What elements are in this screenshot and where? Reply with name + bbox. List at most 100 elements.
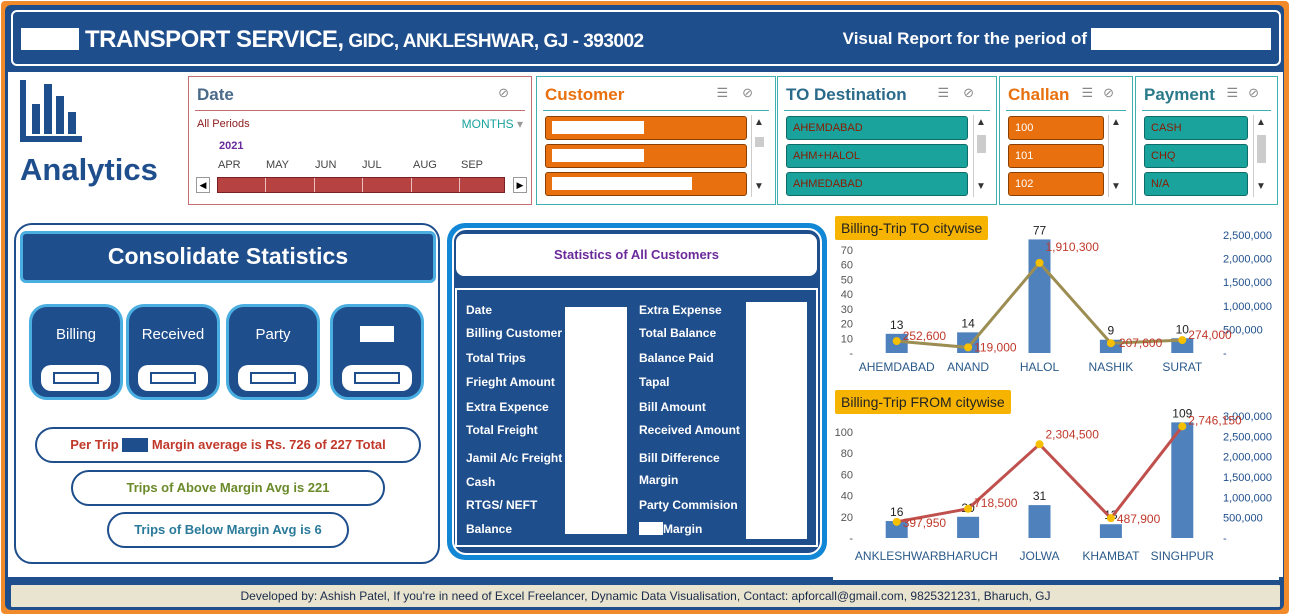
margin-card [330,304,424,400]
party-card-label: Party [255,326,291,343]
y-axis-right-tick: - [1223,533,1227,545]
analytics-title: Analytics [20,152,158,187]
time-level-dropdown[interactable]: MONTHS ▾ [462,117,523,131]
stat-label: Date [466,303,493,317]
timeline-selection-bar[interactable] [217,177,505,193]
chart-bar [1028,505,1051,538]
timeline-month[interactable]: AUG [413,159,437,171]
billing-card-label: Billing [55,326,97,343]
destination-scrollbar[interactable]: ▲ ▼ [973,115,987,197]
bar-data-label: 10 [1176,322,1190,336]
line-marker [892,517,901,526]
y-axis-left-tick: - [849,348,853,360]
x-axis-category-label: AHEMDABAD [859,360,935,374]
customer-slicer-title: Customer [545,85,625,104]
multi-select-icon[interactable]: ☰⊘ [1081,85,1124,101]
above-margin-summary: Trips of Above Margin Avg is 221 [71,470,385,506]
scroll-thumb[interactable] [977,135,986,153]
redacted-values-right [746,302,807,539]
bar-data-label: 16 [890,505,904,519]
destination-item[interactable]: AHMEDABAD [786,172,968,196]
scroll-down-icon[interactable]: ▼ [1254,181,1268,192]
scroll-thumb[interactable] [755,137,764,147]
timeline-month[interactable]: JUN [315,159,336,171]
party-card-value [238,365,308,391]
slicer-divider [543,110,769,111]
y-axis-left-tick: 100 [835,427,853,439]
company-title: TRANSPORT SERVICE, GIDC, ANKLESHWAR, GJ … [85,26,644,54]
y-axis-left-tick: 20 [841,512,853,524]
chart-from-citywise: - 20 40 60 80 100 - 500,000 1,000,000 1,500,000 2,… [835,406,1272,563]
scroll-thumb[interactable] [1257,135,1266,163]
scroll-down-icon[interactable]: ▼ [752,181,766,192]
x-axis-category-label: KHAMBAT [1082,549,1140,563]
stat-label: Party Commision [639,498,738,512]
payment-slicer-title: Payment [1144,85,1215,104]
billing-card: Billing [29,304,123,400]
scroll-up-icon[interactable]: ▲ [1109,117,1123,128]
stat-label: Total Freight [466,423,538,437]
payment-scrollbar[interactable]: ▲ ▼ [1253,115,1267,197]
timeline-scroll-left[interactable]: ◀ [196,177,210,193]
customer-item[interactable] [545,172,747,196]
customer-scrollbar[interactable]: ▲ ▼ [751,115,765,197]
redacted-label [360,326,394,342]
timeline-month[interactable]: APR [218,159,241,171]
line-data-label: 718,500 [974,496,1018,510]
chart-bar [1099,524,1122,538]
margin-card-label [333,326,421,346]
multi-select-icon[interactable]: ☰⊘ [716,85,767,101]
payment-item[interactable]: CHQ [1144,144,1248,168]
line-data-label: 274,000 [1188,328,1232,342]
y-axis-left-tick: 40 [841,289,853,301]
stat-label: Balance [466,522,513,536]
timeline-month[interactable]: JUL [362,159,382,171]
header-banner: TRANSPORT SERVICE, GIDC, ANKLESHWAR, GJ … [11,10,1281,66]
challan-item[interactable]: 100 [1008,116,1104,140]
redacted-customer [552,148,644,162]
timeline-month[interactable]: SEP [461,159,483,171]
clear-filter-icon[interactable]: ⊘ [498,85,523,101]
company-address: GIDC, ANKLESHWAR, GJ - 393002 [343,31,644,52]
payment-item[interactable]: CASH [1144,116,1248,140]
y-axis-left-tick: 30 [841,304,853,316]
scroll-down-icon[interactable]: ▼ [1109,181,1123,192]
stat-label-margin: Margin [639,522,702,536]
redacted-value [250,372,296,384]
line-data-label: 487,900 [1117,512,1161,526]
stat-label: Tapal [639,375,670,389]
consolidate-title: Consolidate Statistics [20,231,436,283]
y-axis-right-tick: 1,500,000 [1223,472,1272,484]
multi-select-icon[interactable]: ☰⊘ [1226,85,1269,101]
x-axis-category-label: BHARUCH [938,549,997,563]
bar-data-label: 9 [1108,324,1115,338]
timeline-year: 2021 [219,140,244,152]
scroll-up-icon[interactable]: ▲ [752,117,766,128]
report-period-label: Visual Report for the period of [842,29,1087,48]
stat-label: Margin [639,473,679,487]
challan-item[interactable]: 102 [1008,172,1104,196]
scroll-down-icon[interactable]: ▼ [974,181,988,192]
timeline-scroll-right[interactable]: ▶ [513,177,527,193]
scroll-up-icon[interactable]: ▲ [974,117,988,128]
destination-item[interactable]: AHEMDABAD [786,116,968,140]
challan-item[interactable]: 101 [1008,144,1104,168]
payment-item[interactable]: N/A [1144,172,1248,196]
destination-item[interactable]: AHM+HALOL [786,144,968,168]
line-marker [892,337,901,346]
customer-item[interactable] [545,116,747,140]
challan-scrollbar[interactable]: ▲ ▼ [1108,115,1122,197]
redacted-label [122,437,149,452]
stat-label: Extra Expence [466,400,549,414]
stat-label: Total Trips [466,351,526,365]
scroll-up-icon[interactable]: ▲ [1254,117,1268,128]
customer-item[interactable] [545,144,747,168]
stat-label: Bill Difference [639,451,720,465]
received-card: Received [126,304,220,400]
y-axis-left-tick: 40 [841,491,853,503]
timeline-month[interactable]: MAY [266,159,289,171]
line-marker [1035,440,1044,449]
y-axis-right-tick: - [1223,348,1227,360]
payment-slicer: Payment ☰⊘ CASH CHQ N/A ▲ ▼ [1135,76,1278,205]
multi-select-icon[interactable]: ☰⊘ [937,85,988,101]
